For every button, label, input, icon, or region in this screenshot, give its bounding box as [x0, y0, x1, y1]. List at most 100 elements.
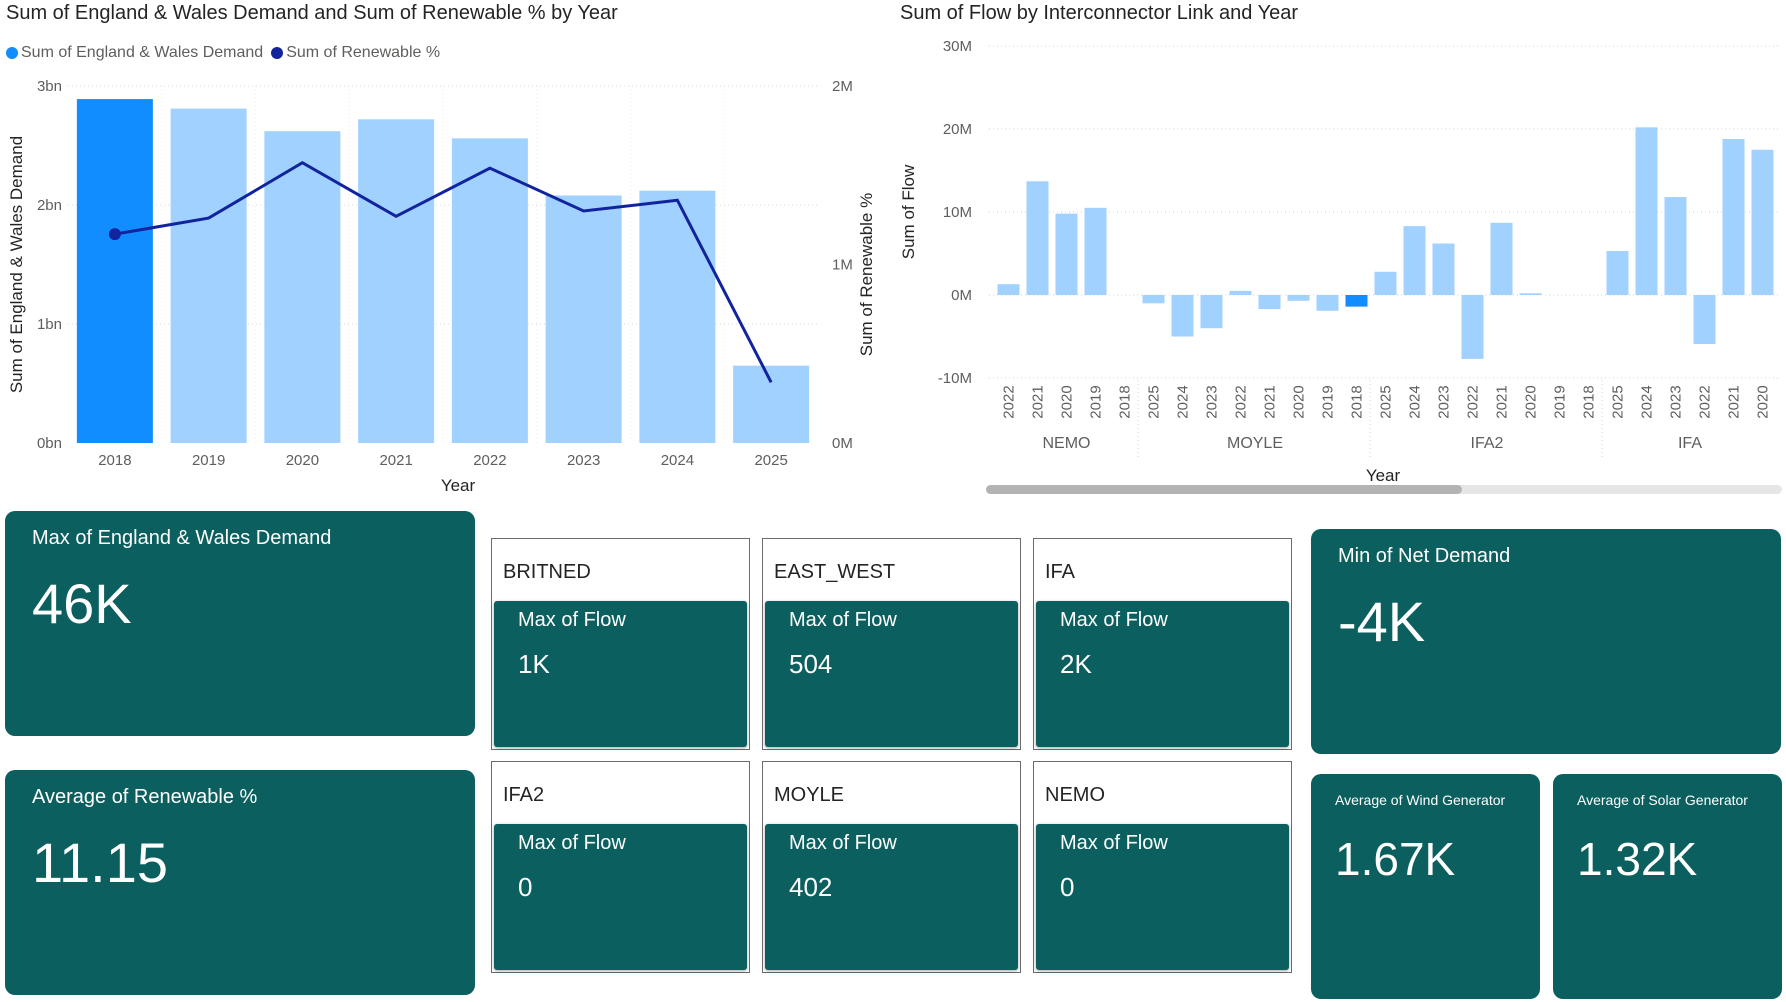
flow-bar-moyle-2018 [1345, 295, 1368, 307]
y-tick-label: 10M [943, 204, 972, 221]
flow-bar-moyle-2024 [1171, 295, 1194, 337]
x-tick-label: 2022 [1465, 385, 1482, 418]
renewable-point-2018 [108, 228, 121, 241]
flow-bar-nemo-2021 [1026, 181, 1049, 295]
demand-bar-2025 [733, 365, 810, 443]
link-measure-value: 1K [518, 649, 550, 679]
x-tick-label: 2018 [1581, 385, 1598, 418]
flow-bar-ifa-2024 [1635, 127, 1658, 295]
link-measure-value: 2K [1060, 649, 1092, 679]
avg-renewable-value: 11.15 [32, 831, 168, 894]
flow-bar-moyle-2023 [1200, 295, 1223, 329]
chart2-scrollbar-thumb[interactable] [986, 485, 1462, 494]
x-tick-label: 2019 [1088, 385, 1105, 418]
demand-bar-2022 [451, 138, 528, 444]
link-flow-card[interactable]: Max of Flow 402 [765, 824, 1018, 970]
min-net-demand-card[interactable]: Min of Net Demand -4K [1311, 529, 1781, 754]
avg-wind-card[interactable]: Average of Wind Generator 1.67K [1311, 774, 1540, 999]
x-axis-title: Year [1366, 466, 1401, 485]
x-tick-label: 2021 [1262, 385, 1279, 418]
x-tick-label: 2019 [1552, 385, 1569, 418]
link-measure-label: Max of Flow [518, 832, 626, 854]
demand-bar-2023 [545, 195, 622, 443]
link-tile-ifa[interactable]: IFA Max of Flow 2K [1033, 538, 1292, 750]
x-tick-label: 2023 [1436, 385, 1453, 418]
x-tick-label: 2022 [1233, 385, 1250, 418]
y2-tick-label: 2M [832, 78, 853, 95]
x-tick-label: 2019 [1320, 385, 1337, 418]
group-label: MOYLE [1227, 435, 1283, 452]
x-tick-label: 2022 [1001, 385, 1018, 418]
flow-bar-ifa2-2020 [1519, 293, 1542, 295]
x-tick-label: 2024 [661, 452, 694, 469]
x-tick-label: 2018 [1349, 385, 1366, 418]
group-label: IFA2 [1471, 435, 1504, 452]
y-tick-label: 1bn [37, 316, 62, 333]
link-measure-label: Max of Flow [518, 609, 626, 631]
x-tick-label: 2018 [98, 452, 131, 469]
y-tick-label: 0bn [37, 435, 62, 452]
x-tick-label: 2020 [286, 452, 319, 469]
flow-bar-moyle-2022 [1229, 290, 1252, 295]
link-tile-east-west[interactable]: EAST_WEST Max of Flow 504 [762, 538, 1021, 750]
link-flow-card[interactable]: Max of Flow 0 [494, 824, 747, 970]
link-measure-label: Max of Flow [789, 832, 897, 854]
link-tile-britned[interactable]: BRITNED Max of Flow 1K [491, 538, 750, 750]
x-tick-label: 2021 [1030, 385, 1047, 418]
link-tile-moyle[interactable]: MOYLE Max of Flow 402 [762, 761, 1021, 973]
flow-bar-ifa-2023 [1664, 197, 1687, 295]
link-measure-label: Max of Flow [789, 609, 897, 631]
link-flow-card[interactable]: Max of Flow 2K [1036, 601, 1289, 747]
flow-bar-nemo-2020 [1055, 213, 1078, 295]
x-tick-label: 2021 [1494, 385, 1511, 418]
flow-bar-ifa2-2023 [1432, 243, 1455, 295]
y-tick-label: -10M [938, 370, 972, 387]
y2-tick-label: 1M [832, 257, 853, 274]
y-tick-label: 2bn [37, 197, 62, 214]
x-tick-label: 2025 [1378, 385, 1395, 418]
y-axis-title: Sum of England & Wales Demand [7, 136, 26, 393]
avg-solar-card[interactable]: Average of Solar Generator 1.32K [1553, 774, 1782, 999]
link-flow-card[interactable]: Max of Flow 504 [765, 601, 1018, 747]
avg-renewable-card[interactable]: Average of Renewable % 11.15 [5, 770, 475, 995]
link-measure-value: 0 [1060, 872, 1075, 902]
avg-wind-label: Average of Wind Generator [1335, 792, 1506, 808]
x-tick-label: 2020 [1059, 385, 1076, 418]
demand-bar-2021 [358, 119, 435, 443]
x-tick-label: 2020 [1755, 385, 1772, 418]
flow-by-link-chart[interactable]: -10M 0M 10M 20M 30M Sum of Flow 2022 2021 2020 20… [880, 0, 1786, 500]
avg-wind-value: 1.67K [1335, 833, 1456, 885]
x-tick-label: 2021 [379, 452, 412, 469]
link-flow-card[interactable]: Max of Flow 0 [1036, 824, 1289, 970]
flow-bar-nemo-2019 [1084, 207, 1107, 295]
x-tick-label: 2024 [1639, 385, 1656, 418]
demand-renewable-combo-chart[interactable]: 0bn 1bn 2bn 3bn 0M 1M 2M 2018 2019 2020 2021 2022 20… [0, 0, 880, 500]
demand-bar-2019 [170, 108, 247, 444]
x-tick-label: 2019 [192, 452, 225, 469]
demand-bar-2018 [76, 99, 153, 443]
x-axis-title: Year [441, 476, 476, 495]
link-name: EAST_WEST [774, 561, 896, 583]
flow-bar-ifa-2021 [1722, 138, 1745, 295]
x-tick-label: 2025 [1146, 385, 1163, 418]
avg-solar-label: Average of Solar Generator [1577, 792, 1748, 808]
max-demand-card[interactable]: Max of England & Wales Demand 46K [5, 511, 475, 736]
avg-renewable-label: Average of Renewable % [32, 786, 258, 808]
link-tile-ifa2[interactable]: IFA2 Max of Flow 0 [491, 761, 750, 973]
y2-axis-title: Sum of Renewable % [857, 193, 876, 356]
x-tick-label: 2023 [1204, 385, 1221, 418]
link-measure-label: Max of Flow [1060, 609, 1168, 631]
link-flow-card[interactable]: Max of Flow 1K [494, 601, 747, 747]
x-tick-label: 2022 [1697, 385, 1714, 418]
flow-bar-ifa-2025 [1606, 251, 1629, 295]
max-demand-label: Max of England & Wales Demand [32, 527, 332, 549]
link-tile-nemo[interactable]: NEMO Max of Flow 0 [1033, 761, 1292, 973]
avg-solar-value: 1.32K [1577, 833, 1698, 885]
y-tick-label: 30M [943, 38, 972, 55]
flow-bar-ifa-2020 [1751, 149, 1774, 295]
flow-bar-moyle-2020 [1287, 295, 1310, 301]
flow-bar-ifa-2022 [1693, 295, 1716, 344]
max-demand-value: 46K [32, 572, 132, 635]
min-net-demand-label: Min of Net Demand [1338, 545, 1511, 567]
x-tick-label: 2020 [1291, 385, 1308, 418]
